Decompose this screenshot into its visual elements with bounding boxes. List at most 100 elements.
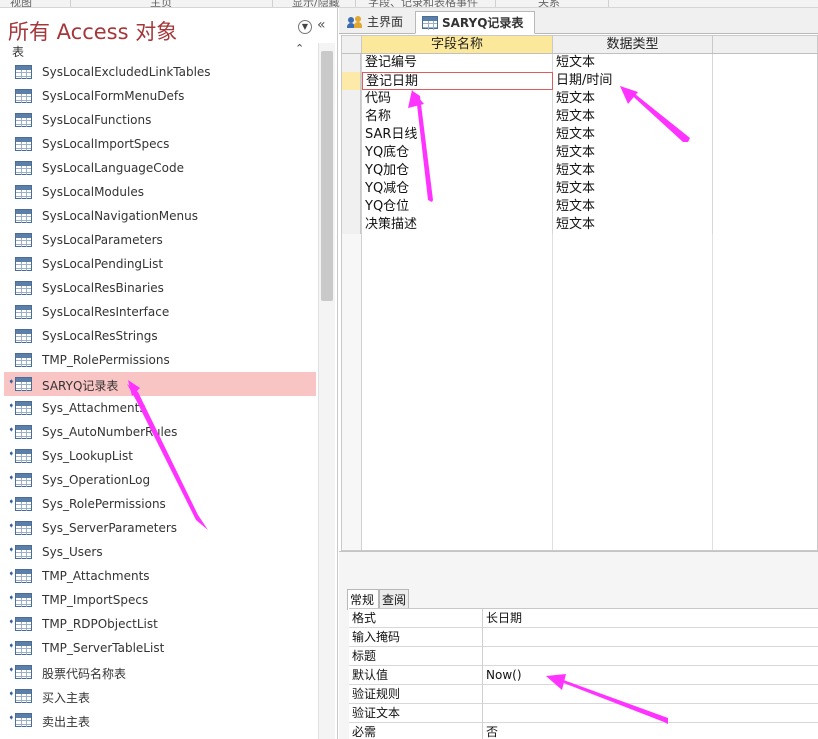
row-selector[interactable] — [342, 126, 361, 144]
property-value-field[interactable]: 长日期 — [486, 609, 522, 628]
nav-item[interactable]: SysLocalFormMenuDefs — [4, 84, 316, 108]
property-row: 验证文本 — [349, 704, 818, 723]
nav-item[interactable]: SysLocalLanguageCode — [4, 156, 316, 180]
ribbon-group-relationships[interactable]: 关系 — [538, 0, 560, 7]
nav-item[interactable]: SysLocalResBinaries — [4, 276, 316, 300]
nav-item-label: SysLocalResInterface — [42, 305, 170, 319]
header-data-type[interactable]: 数据类型 — [553, 36, 713, 53]
nav-item[interactable]: SysLocalResStrings — [4, 324, 316, 348]
table-icon — [15, 113, 32, 127]
data-type-cell[interactable]: 短文本 — [553, 162, 713, 180]
nav-item[interactable]: ➧ Sys_AutoNumberRules — [4, 420, 316, 444]
nav-item[interactable]: ➧ 买入主表 — [4, 684, 316, 708]
field-row[interactable]: 决策描述 短文本 — [342, 216, 817, 234]
header-field-name[interactable]: 字段名称 — [362, 36, 553, 53]
nav-scrollbar[interactable] — [318, 43, 335, 739]
nav-item[interactable]: SysLocalResInterface — [4, 300, 316, 324]
group-collapse-chevron-icon[interactable]: ⌃ — [295, 42, 304, 55]
field-row[interactable]: 名称 短文本 — [342, 108, 817, 126]
nav-scrollbar-thumb[interactable] — [321, 51, 333, 301]
field-row[interactable]: 代码 短文本 — [342, 90, 817, 108]
field-row[interactable]: YQ仓位 短文本 — [342, 198, 817, 216]
row-selector[interactable] — [342, 180, 361, 198]
field-row[interactable]: YQ加仓 短文本 — [342, 162, 817, 180]
nav-item[interactable]: ➧ TMP_RDPObjectList — [4, 612, 316, 636]
field-name-cell[interactable]: 代码 — [362, 90, 553, 108]
field-name-cell[interactable]: SAR日线 — [362, 126, 553, 144]
table-icon — [15, 305, 32, 319]
property-value-field[interactable]: Now() — [486, 666, 522, 685]
row-selector[interactable] — [342, 108, 361, 126]
nav-item[interactable]: ➧ Sys_Attachments — [4, 396, 316, 420]
field-row[interactable]: SAR日线 短文本 — [342, 126, 817, 144]
ribbon-group-field-events[interactable]: 字段、记录和表格事件 — [368, 0, 478, 7]
row-selector[interactable] — [342, 72, 361, 90]
nav-item-label: TMP_ImportSpecs — [42, 593, 149, 607]
linked-table-arrow-icon: ➧ — [8, 545, 15, 554]
nav-item[interactable]: ➧ Sys_LookupList — [4, 444, 316, 468]
ribbon-group-tools[interactable]: 主页 — [150, 0, 172, 7]
field-name-cell[interactable]: YQ加仓 — [362, 162, 553, 180]
nav-item[interactable]: SysLocalImportSpecs — [4, 132, 316, 156]
row-selector[interactable] — [342, 198, 361, 216]
tab-general[interactable]: 常规 — [347, 589, 379, 610]
data-type-cell[interactable]: 短文本 — [553, 126, 713, 144]
nav-pane-title[interactable]: 所有 Access 对象 — [8, 16, 177, 46]
nav-item[interactable]: ➧ 卖出主表 — [4, 708, 316, 732]
grid-corner-cell[interactable] — [342, 36, 362, 53]
data-type-cell[interactable]: 短文本 — [553, 90, 713, 108]
data-type-cell[interactable]: 短文本 — [553, 108, 713, 126]
nav-item[interactable]: ➧ 股票代码名称表 — [4, 660, 316, 684]
field-name-cell[interactable]: 名称 — [362, 108, 553, 126]
data-type-cell[interactable]: 短文本 — [553, 144, 713, 162]
property-value-field[interactable]: 否 — [486, 723, 498, 739]
row-selector[interactable] — [342, 90, 361, 108]
data-type-cell[interactable]: 日期/时间 — [553, 72, 713, 90]
ribbon-group-show-hide[interactable]: 显示/隐藏 — [292, 0, 340, 7]
tab-lookup[interactable]: 查阅 — [379, 589, 409, 609]
property-name: 标题 — [352, 649, 377, 663]
tab-saryq-table[interactable]: SARYQ记录表 — [415, 11, 535, 34]
row-selector[interactable] — [342, 54, 361, 72]
nav-item-label: Sys_LookupList — [42, 449, 133, 463]
data-type-cell[interactable]: 短文本 — [553, 216, 713, 234]
nav-item[interactable]: ➧ SARYQ记录表 — [4, 372, 316, 396]
nav-collapse-chevron-icon[interactable]: « — [317, 17, 326, 33]
field-row[interactable]: 登记日期 日期/时间 — [342, 72, 817, 90]
nav-item[interactable]: ➧ Sys_ServerParameters — [4, 516, 316, 540]
tab-main-screen[interactable]: 主界面 — [341, 11, 413, 34]
row-selector[interactable] — [342, 162, 361, 180]
field-row[interactable]: 登记编号 短文本 — [342, 54, 817, 72]
nav-item[interactable]: SysLocalExcludedLinkTables — [4, 60, 316, 84]
field-row[interactable]: YQ底仓 短文本 — [342, 144, 817, 162]
nav-item[interactable]: ➧ Sys_Users — [4, 540, 316, 564]
nav-item[interactable]: SysLocalFunctions — [4, 108, 316, 132]
field-name-cell[interactable]: 登记日期 — [362, 72, 553, 90]
nav-item[interactable]: ➧ TMP_ImportSpecs — [4, 588, 316, 612]
nav-menu-dropdown-button[interactable]: ▼ — [298, 20, 312, 34]
table-icon — [15, 377, 32, 391]
row-selector[interactable] — [342, 144, 361, 162]
field-name-cell[interactable]: YQ底仓 — [362, 144, 553, 162]
data-type-cell[interactable]: 短文本 — [553, 180, 713, 198]
nav-item[interactable]: SysLocalPendingList — [4, 252, 316, 276]
row-selector[interactable] — [342, 216, 361, 234]
nav-item[interactable]: SysLocalNavigationMenus — [4, 204, 316, 228]
nav-item[interactable]: ➧ Sys_OperationLog — [4, 468, 316, 492]
nav-item[interactable]: ➧ TMP_Attachments — [4, 564, 316, 588]
nav-item[interactable]: ➧ TMP_ServerTableList — [4, 636, 316, 660]
data-type-cell[interactable]: 短文本 — [553, 198, 713, 216]
ribbon-group-view[interactable]: 视图 — [10, 0, 32, 7]
nav-item-label: SysLocalLanguageCode — [42, 161, 185, 175]
nav-item[interactable]: SysLocalModules — [4, 180, 316, 204]
field-name-cell[interactable]: YQ仓位 — [362, 198, 553, 216]
nav-group-tables-label[interactable]: 表 — [12, 43, 24, 60]
nav-item[interactable]: SysLocalParameters — [4, 228, 316, 252]
data-type-cell[interactable]: 短文本 — [553, 54, 713, 72]
nav-item[interactable]: TMP_RolePermissions — [4, 348, 316, 372]
nav-item[interactable]: ➧ Sys_RolePermissions — [4, 492, 316, 516]
field-row[interactable]: YQ减仓 短文本 — [342, 180, 817, 198]
field-name-cell[interactable]: 登记编号 — [362, 54, 553, 72]
field-name-cell[interactable]: 决策描述 — [362, 216, 553, 234]
field-name-cell[interactable]: YQ减仓 — [362, 180, 553, 198]
